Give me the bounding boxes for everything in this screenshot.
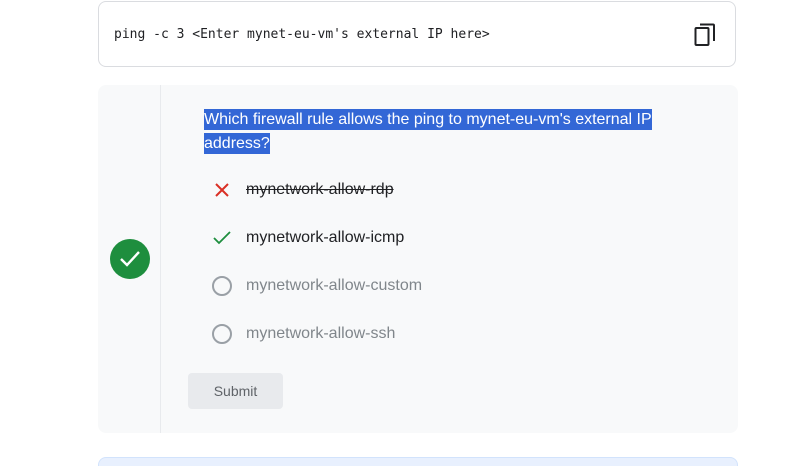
- radio-icon: [210, 322, 234, 346]
- code-block: ping -c 3 <Enter mynet-eu-vm's external …: [98, 1, 736, 67]
- copy-button[interactable]: [691, 21, 719, 49]
- quiz-status-badge: [110, 239, 150, 279]
- quiz-option-rdp[interactable]: mynetwork-allow-rdp: [210, 178, 394, 202]
- quiz-option-icmp[interactable]: mynetwork-allow-icmp: [210, 226, 404, 250]
- quiz-option-label: mynetwork-allow-ssh: [246, 325, 396, 342]
- check-circle-icon: [120, 251, 140, 267]
- submit-button[interactable]: Submit: [188, 373, 283, 409]
- lab-page: ping -c 3 <Enter mynet-eu-vm's external …: [0, 0, 810, 466]
- radio-icon: [210, 274, 234, 298]
- quiz-option-label: mynetwork-allow-custom: [246, 277, 423, 294]
- quiz-question: Which firewall rule allows the ping to m…: [204, 108, 664, 156]
- code-command[interactable]: ping -c 3 <Enter mynet-eu-vm's external …: [114, 27, 490, 42]
- quiz-rail: [160, 85, 161, 433]
- quiz-card: Which firewall rule allows the ping to m…: [98, 85, 738, 433]
- quiz-option-custom[interactable]: mynetwork-allow-custom: [210, 274, 422, 298]
- radio-button[interactable]: [212, 324, 232, 344]
- radio-button[interactable]: [212, 276, 232, 296]
- quiz-question-text: Which firewall rule allows the ping to m…: [204, 109, 652, 154]
- quiz-option-label: mynetwork-allow-rdp: [246, 181, 394, 198]
- quiz-option-label: mynetwork-allow-icmp: [246, 229, 405, 246]
- next-section-card: [98, 457, 738, 466]
- check-icon: [210, 226, 234, 250]
- quiz-option-ssh[interactable]: mynetwork-allow-ssh: [210, 322, 395, 346]
- cross-icon: [210, 178, 234, 202]
- copy-icon: [694, 23, 715, 46]
